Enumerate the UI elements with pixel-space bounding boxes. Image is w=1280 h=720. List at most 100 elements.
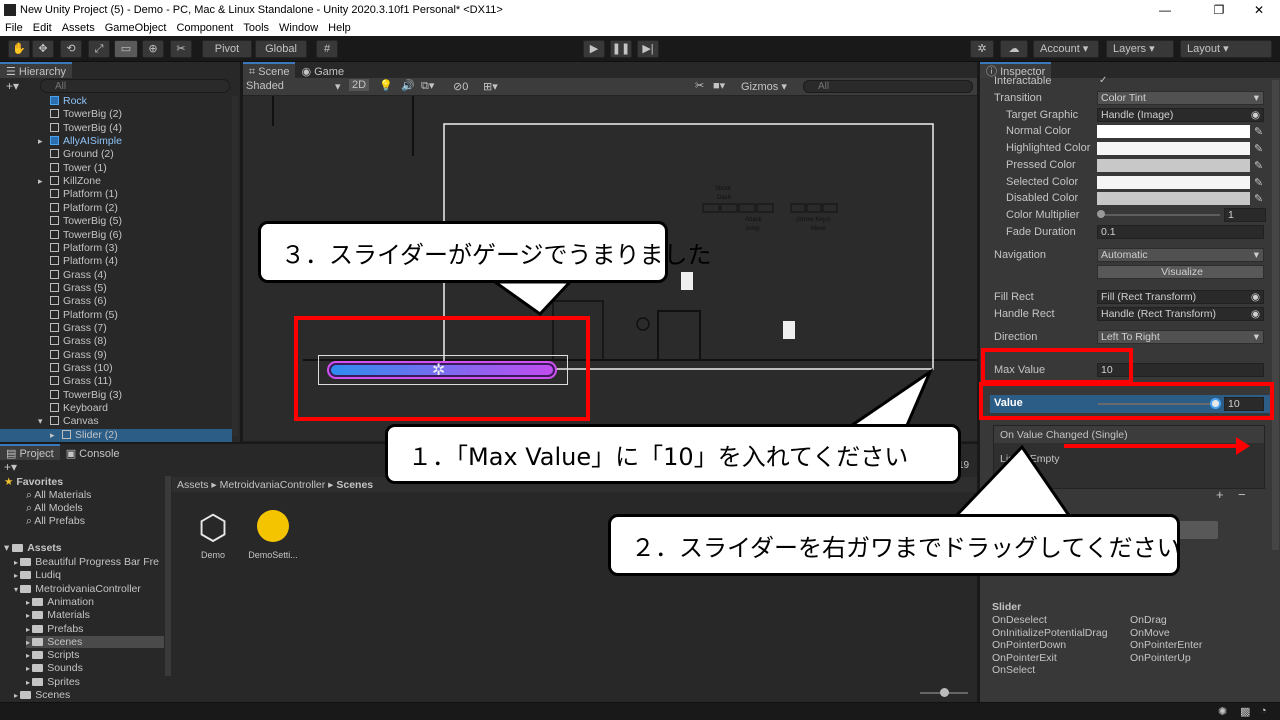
hierarchy-item[interactable]: TowerBig (5) bbox=[0, 215, 232, 228]
transform-tool-icon[interactable]: ⊕ bbox=[142, 40, 164, 58]
tab-game[interactable]: ◉ Game bbox=[295, 62, 350, 78]
tab-console[interactable]: ▣ Console bbox=[60, 444, 126, 460]
close-button[interactable]: ✕ bbox=[1236, 0, 1280, 20]
minimize-button[interactable]: — bbox=[1142, 0, 1188, 20]
play-button[interactable]: ▶ bbox=[583, 40, 605, 58]
hierarchy-scrollbar[interactable] bbox=[232, 96, 238, 436]
menu-component[interactable]: Component bbox=[171, 22, 238, 34]
hierarchy-item[interactable]: Grass (10) bbox=[0, 362, 232, 375]
lightbake-icon[interactable]: ▩ bbox=[1240, 705, 1250, 718]
hierarchy-item[interactable]: Tower (1) bbox=[0, 162, 232, 175]
cloud-icon[interactable]: ☁ bbox=[1000, 40, 1028, 58]
menu-tools[interactable]: Tools bbox=[238, 22, 274, 34]
fill-rect-picker-icon[interactable]: ◉ bbox=[1251, 291, 1260, 303]
transition-dropdown[interactable]: Color Tint ▾ bbox=[1097, 91, 1264, 105]
hierarchy-item[interactable]: Grass (5) bbox=[0, 282, 232, 295]
highlighted-color-swatch[interactable] bbox=[1097, 142, 1250, 155]
menu-assets[interactable]: Assets bbox=[57, 22, 100, 34]
hierarchy-item[interactable]: Platform (5) bbox=[0, 309, 232, 322]
breadcrumb-item[interactable]: MetroidvaniaController bbox=[220, 479, 326, 491]
fav-item[interactable]: ⌕ All Models bbox=[26, 502, 83, 515]
asset-demo[interactable]: ⬡ Demo bbox=[186, 506, 240, 560]
hierarchy-item[interactable]: Rock bbox=[0, 95, 232, 108]
hand-tool-icon[interactable]: ✋ bbox=[8, 40, 30, 58]
remove-event-button[interactable]: − bbox=[1238, 487, 1246, 502]
eyedropper-icon[interactable]: ✎ bbox=[1254, 192, 1263, 205]
move-tool-icon[interactable]: ✥ bbox=[32, 40, 54, 58]
rect-tool-icon[interactable]: ▭ bbox=[114, 40, 138, 58]
project-tree-scrollbar[interactable] bbox=[165, 476, 171, 676]
project-folder[interactable]: ▸ Ludiq bbox=[14, 569, 164, 581]
assets-header[interactable]: ▾ Assets bbox=[4, 542, 62, 554]
hierarchy-item[interactable]: TowerBig (4) bbox=[0, 122, 232, 135]
target-picker-icon[interactable]: ◉ bbox=[1251, 109, 1260, 121]
camera-icon[interactable]: ■▾ bbox=[713, 79, 725, 92]
hierarchy-item[interactable]: Grass (8) bbox=[0, 335, 232, 348]
effects-icon[interactable]: ⧉▾ bbox=[421, 79, 434, 93]
menu-window[interactable]: Window bbox=[274, 22, 323, 34]
hierarchy-item[interactable]: ▸ KillZone bbox=[0, 175, 232, 188]
project-folder[interactable]: ▸ Animation bbox=[26, 596, 164, 608]
tab-project[interactable]: ▤ Project bbox=[0, 444, 60, 460]
icon-size-thumb[interactable] bbox=[940, 688, 949, 697]
grid-icon[interactable]: ⊞▾ bbox=[483, 80, 498, 93]
navigation-dropdown[interactable]: Automatic ▾ bbox=[1097, 248, 1264, 262]
hierarchy-item[interactable]: Keyboard bbox=[0, 402, 232, 415]
layers-dropdown[interactable]: Layers ▾ bbox=[1106, 40, 1174, 58]
hierarchy-item[interactable]: ▸ Slider (2) bbox=[0, 428, 232, 443]
expand-arrow-icon[interactable]: ▸ bbox=[38, 175, 43, 188]
project-add-icon[interactable]: +▾ bbox=[4, 460, 17, 474]
collab-icon[interactable]: ✲ bbox=[970, 40, 994, 58]
handle-rect-picker-icon[interactable]: ◉ bbox=[1251, 308, 1260, 320]
add-icon[interactable]: +▾ bbox=[6, 79, 19, 93]
custom-tool-icon[interactable]: ✂ bbox=[170, 40, 192, 58]
debug-icon[interactable]: ✺ bbox=[1218, 705, 1227, 718]
fav-item[interactable]: ⌕ All Materials bbox=[26, 489, 91, 502]
hierarchy-item[interactable]: Platform (3) bbox=[0, 242, 232, 255]
hierarchy-item[interactable]: Grass (7) bbox=[0, 322, 232, 335]
project-folder[interactable]: ▸ Beautiful Progress Bar Fre bbox=[14, 556, 164, 568]
asset-demosettings[interactable]: DemoSetti... bbox=[246, 506, 300, 560]
scene-search-input[interactable] bbox=[803, 80, 973, 93]
project-folder[interactable]: ▸ Scenes bbox=[14, 689, 164, 701]
visualize-button[interactable]: Visualize bbox=[1097, 265, 1264, 279]
project-folder[interactable]: ▸ Materials bbox=[26, 609, 164, 621]
color-multiplier-track[interactable] bbox=[1100, 214, 1220, 216]
hierarchy-item[interactable]: Platform (1) bbox=[0, 188, 232, 201]
account-dropdown[interactable]: Account ▾ bbox=[1033, 40, 1099, 58]
gizmos-dropdown[interactable]: Gizmos ▾ bbox=[741, 80, 787, 93]
hierarchy-search-input[interactable] bbox=[40, 79, 230, 93]
grid-snap-icon[interactable]: # bbox=[316, 40, 338, 58]
handle-rect-field[interactable]: Handle (Rect Transform) ◉ bbox=[1097, 307, 1264, 321]
breadcrumb-item[interactable]: Scenes bbox=[336, 479, 373, 491]
menu-gameobject[interactable]: GameObject bbox=[100, 22, 172, 34]
global-toggle[interactable]: Global bbox=[255, 40, 307, 58]
menu-file[interactable]: File bbox=[0, 22, 28, 34]
hierarchy-item[interactable]: ▸ AllyAISimple bbox=[0, 135, 232, 148]
step-button[interactable]: ▶| bbox=[637, 40, 659, 58]
hierarchy-item[interactable]: Grass (6) bbox=[0, 295, 232, 308]
fill-rect-field[interactable]: Fill (Rect Transform) ◉ bbox=[1097, 290, 1264, 304]
project-folder[interactable]: ▸ Sprites bbox=[26, 676, 164, 688]
interactable-checkbox[interactable]: ✓ bbox=[1099, 75, 1107, 86]
scale-tool-icon[interactable]: ⤢ bbox=[88, 40, 110, 58]
breadcrumb-item[interactable]: Assets bbox=[177, 479, 209, 491]
hierarchy-item[interactable]: TowerBig (2) bbox=[0, 108, 232, 121]
menu-help[interactable]: Help bbox=[323, 22, 356, 34]
layout-dropdown[interactable]: Layout ▾ bbox=[1180, 40, 1272, 58]
eyedropper-icon[interactable]: ✎ bbox=[1254, 176, 1263, 189]
color-multiplier-thumb[interactable] bbox=[1097, 210, 1105, 218]
expand-arrow-icon[interactable]: ▸ bbox=[50, 429, 55, 442]
hierarchy-item[interactable]: ▾ Canvas bbox=[0, 415, 232, 428]
tab-hierarchy[interactable]: ☰ Hierarchy bbox=[0, 62, 72, 78]
pressed-color-swatch[interactable] bbox=[1097, 159, 1250, 172]
hierarchy-item[interactable]: Grass (11) bbox=[0, 375, 232, 388]
expand-arrow-icon[interactable]: ▸ bbox=[38, 135, 43, 148]
eyedropper-icon[interactable]: ✎ bbox=[1254, 125, 1263, 138]
hierarchy-item[interactable]: Grass (9) bbox=[0, 349, 232, 362]
selected-color-swatch[interactable] bbox=[1097, 176, 1250, 189]
progress-icon[interactable]: ◔ bbox=[1260, 705, 1267, 717]
add-event-button[interactable]: + bbox=[1216, 487, 1224, 502]
pause-button[interactable]: ❚❚ bbox=[610, 40, 632, 58]
expand-arrow-icon[interactable]: ▾ bbox=[38, 415, 43, 428]
